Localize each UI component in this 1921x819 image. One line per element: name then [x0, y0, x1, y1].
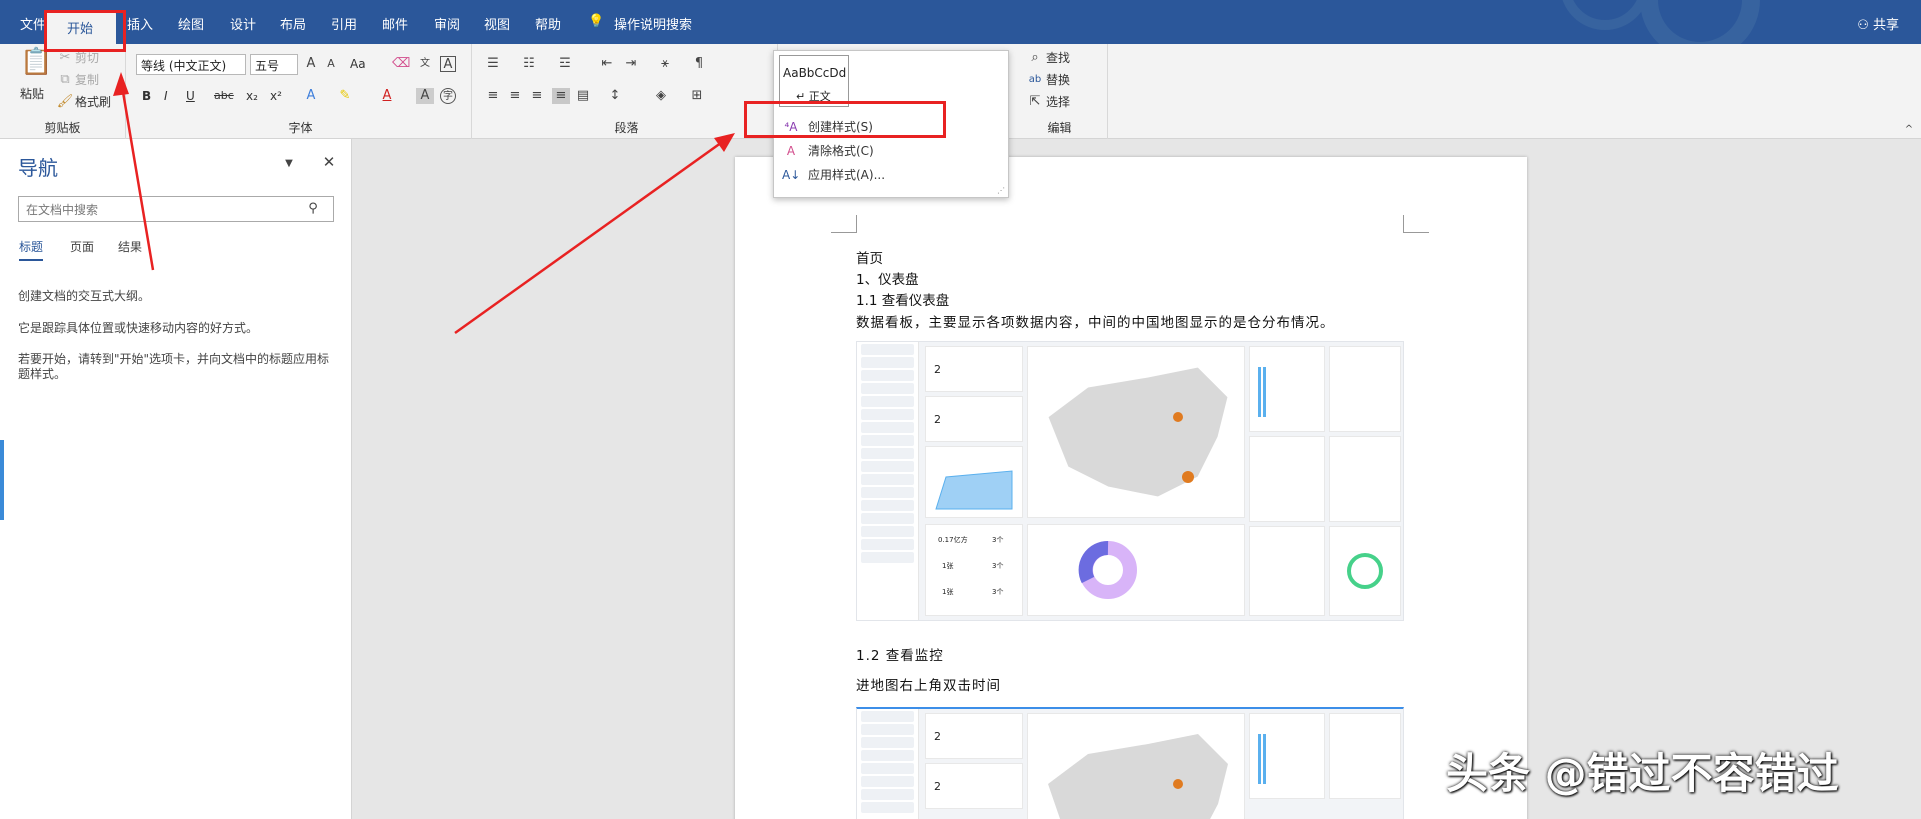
watermark-text: 头条 @错过不容错过	[1446, 749, 1839, 798]
annotation-arrows	[113, 72, 735, 335]
arrowhead	[714, 133, 735, 152]
arrowhead	[113, 72, 129, 96]
arrow-to-create-style	[454, 138, 726, 335]
arrow-to-home-tab	[119, 79, 155, 271]
